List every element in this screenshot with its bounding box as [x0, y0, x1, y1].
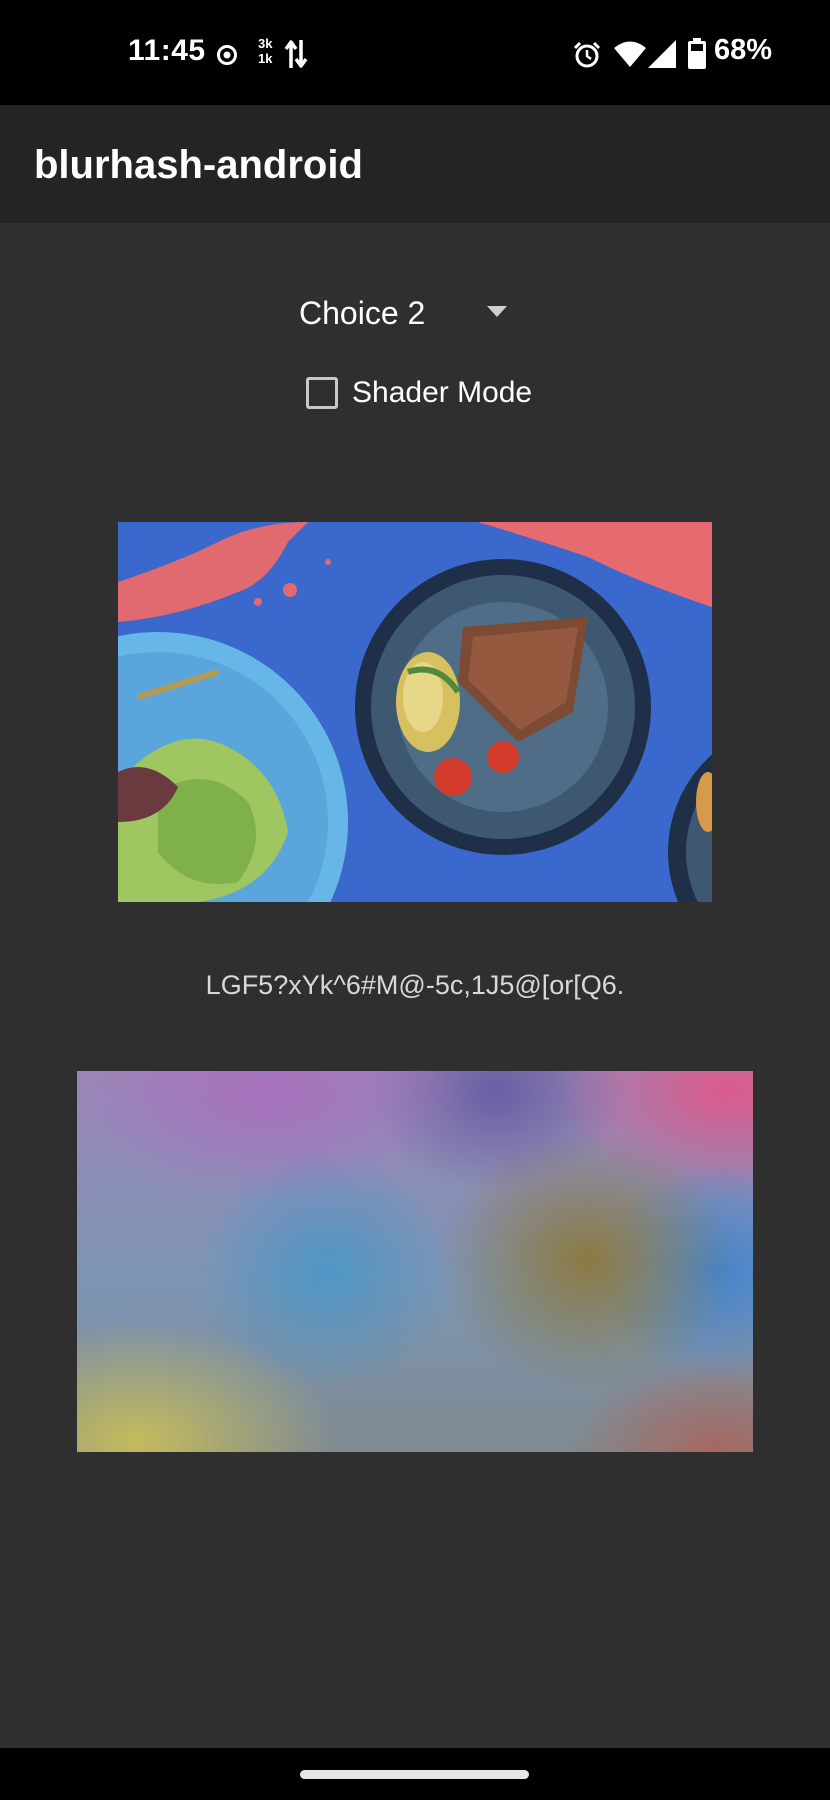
blurhash-string: LGF5?xYk^6#M@-5c,1J5@[or[Q6.: [205, 970, 625, 1000]
status-bar: 11:45 3k 1k 68%: [0, 0, 830, 105]
alarm-icon: [573, 41, 601, 68]
app-title: blurhash-android: [34, 143, 363, 187]
wifi-icon: [614, 41, 646, 67]
battery-icon: [688, 38, 706, 69]
network-speed: 3k 1k: [258, 36, 272, 66]
source-food-image: [118, 522, 712, 902]
home-gesture-handle[interactable]: [300, 1770, 529, 1779]
shader-mode-label: Shader Mode: [352, 376, 533, 409]
navigation-bar: [0, 1748, 830, 1800]
decoded-blur-image: [77, 1071, 753, 1452]
shader-mode-checkbox[interactable]: Shader Mode: [306, 373, 532, 413]
data-transfer-icon: [284, 40, 308, 68]
net-up-speed: 3k: [258, 36, 273, 51]
choice-spinner[interactable]: Choice 2: [292, 288, 522, 338]
dropdown-arrow-icon: [487, 306, 507, 317]
checkbox-box[interactable]: [306, 377, 338, 409]
food-photo-illustration: [118, 522, 712, 902]
spinner-selected-value: Choice 2: [299, 294, 426, 331]
app-bar: blurhash-android: [0, 105, 830, 223]
status-time: 11:45: [128, 34, 206, 67]
battery-percent: 68%: [714, 34, 773, 66]
net-down-speed: 1k: [258, 51, 273, 66]
record-icon: [217, 45, 237, 65]
cellular-signal-icon: [648, 40, 676, 68]
